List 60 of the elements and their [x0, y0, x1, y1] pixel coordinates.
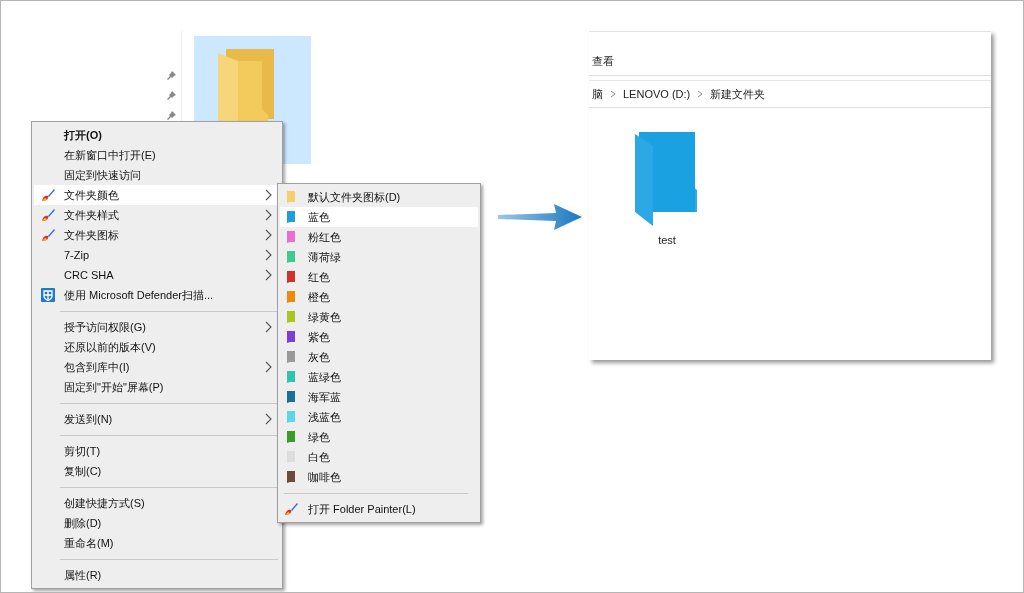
menu-item[interactable]: 使用 Microsoft Defender扫描...	[34, 285, 280, 305]
menu-item[interactable]: 白色	[280, 447, 478, 467]
menu-item[interactable]: 属性(R)	[34, 565, 280, 585]
shield-icon	[40, 287, 56, 303]
menu-item[interactable]: 授予访问权限(G)	[34, 317, 280, 337]
ribbon-tab[interactable]: 查看	[592, 54, 614, 69]
menu-item[interactable]: 蓝绿色	[280, 367, 478, 387]
menu-item[interactable]: 绿黄色	[280, 307, 478, 327]
menu-item[interactable]: 灰色	[280, 347, 478, 367]
menu-item[interactable]: 文件夹图标	[34, 225, 280, 245]
chevron-right-icon	[265, 209, 272, 221]
menu-item[interactable]: 文件夹颜色	[34, 185, 280, 205]
folder-icon[interactable]	[635, 132, 699, 226]
file-name[interactable]: test	[658, 234, 676, 246]
chevron-right-icon	[265, 249, 272, 261]
menu-item[interactable]: 红色	[280, 267, 478, 287]
chevron-right-icon	[698, 91, 703, 97]
menu-item[interactable]: 默认文件夹图标(D)	[280, 187, 478, 207]
chevron-right-icon	[265, 361, 272, 373]
menu-item[interactable]: 重命名(M)	[34, 533, 280, 553]
menu-item[interactable]: 还原以前的版本(V)	[34, 337, 280, 357]
chevron-right-icon	[265, 269, 272, 281]
chevron-right-icon	[265, 189, 272, 201]
menu-item[interactable]: 包含到库中(I)	[34, 357, 280, 377]
menu-item[interactable]: 打开 Folder Painter(L)	[280, 499, 478, 519]
paintbrush-icon	[283, 501, 299, 517]
paintbrush-icon	[40, 187, 56, 203]
chevron-right-icon	[265, 321, 272, 333]
breadcrumb-item[interactable]: 脑	[592, 86, 603, 102]
pin-icon[interactable]	[167, 71, 176, 80]
menu-item[interactable]: 固定到"开始"屏幕(P)	[34, 377, 280, 397]
menu-item[interactable]: 浅蓝色	[280, 407, 478, 427]
menu-item[interactable]: 文件夹样式	[34, 205, 280, 225]
menu-item[interactable]: 固定到快速访问	[34, 165, 280, 185]
menu-item[interactable]: 咖啡色	[280, 467, 478, 487]
chevron-right-icon	[611, 91, 615, 97]
menu-item[interactable]: 复制(C)	[34, 461, 280, 481]
paintbrush-icon	[40, 207, 56, 223]
breadcrumb-item[interactable]: 新建文件夹	[710, 86, 766, 102]
menu-item[interactable]: 剪切(T)	[34, 441, 280, 461]
chevron-right-icon	[265, 413, 272, 425]
menu-item[interactable]: 蓝色	[280, 207, 478, 227]
pin-icon[interactable]	[167, 111, 176, 120]
menu-item[interactable]: 紫色	[280, 327, 478, 347]
menu-item[interactable]: 橙色	[280, 287, 478, 307]
menu-item[interactable]: 发送到(N)	[34, 409, 280, 429]
menu-item[interactable]: 薄荷绿	[280, 247, 478, 267]
pin-icon[interactable]	[167, 91, 176, 100]
breadcrumb-item[interactable]: LENOVO (D:)	[623, 88, 691, 100]
paintbrush-icon	[40, 227, 56, 243]
menu-item[interactable]: 在新窗口中打开(E)	[34, 145, 280, 165]
menu-item[interactable]: 海军蓝	[280, 387, 478, 407]
menu-item[interactable]: 打开(O)	[34, 125, 280, 145]
menu-item[interactable]: 粉红色	[280, 227, 478, 247]
chevron-right-icon	[265, 229, 272, 241]
menu-item[interactable]: 删除(D)	[34, 513, 280, 533]
menu-item[interactable]: 创建快捷方式(S)	[34, 493, 280, 513]
menu-item[interactable]: 7-Zip	[34, 245, 280, 265]
menu-item[interactable]: 绿色	[280, 427, 478, 447]
menu-item[interactable]: CRC SHA	[34, 265, 280, 285]
